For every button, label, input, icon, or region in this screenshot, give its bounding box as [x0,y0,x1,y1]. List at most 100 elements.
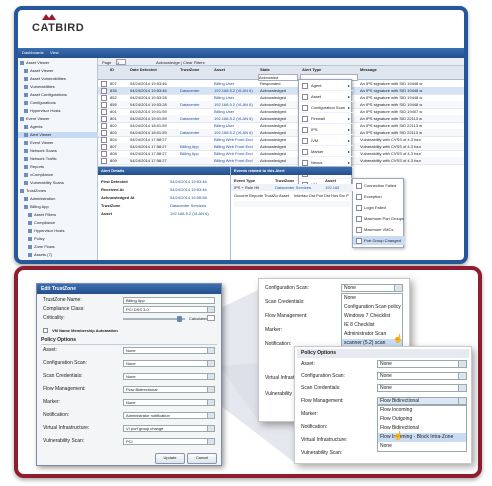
col-state[interactable]: State [260,67,270,72]
events-sub-col[interactable]: TrustZone [264,193,278,198]
sidebar-item[interactable]: Reports [18,164,104,170]
tab-view[interactable]: View [50,48,59,58]
submenu-checkbox[interactable] [356,238,362,244]
submenu-item[interactable]: Port Group Changed [353,236,405,245]
submenu-checkbox[interactable] [356,227,362,233]
sidebar-item[interactable]: Alert Viewer [18,132,104,138]
menu-checkbox[interactable] [302,83,308,89]
table-cell[interactable]: 192.168.5.2 (VLAN 6) [214,116,258,121]
table-cell[interactable]: Billing Web Front End [214,158,258,163]
table-cell[interactable]: Billing User [214,81,258,86]
toolbar-actions[interactable]: Acknowledge | Clear Filters [156,60,205,65]
policy-field-select[interactable]: Administrator notification [123,412,215,419]
cancel-button[interactable]: Cancel [187,453,217,464]
criticality-slider-handle[interactable] [177,316,182,322]
dropdown-option[interactable]: IE 8 Checklist [342,321,402,330]
sidebar-item[interactable]: Event Viewer [18,116,100,122]
menu-item-alert-type[interactable]: IVM ▸ [299,135,353,146]
dropdown-option[interactable]: Flow Incoming [378,406,466,415]
page-input[interactable]: 1 [116,59,126,65]
menu-checkbox[interactable] [302,127,308,133]
events-col-asset[interactable]: Asset [325,178,336,183]
table-cell[interactable]: Billing Web Front End [214,144,258,149]
dropdown-option[interactable]: Flow Incoming - Block Intra-Zone [378,433,466,442]
sidebar-item[interactable]: Asset Vulnerabilities [18,76,104,82]
trustzone-name-input[interactable]: Billing App [123,297,215,304]
menu-item-alert-type[interactable]: IPS ▸ [299,124,353,135]
sidebar-item[interactable]: Asset Viewer [18,68,104,74]
events-sub-col[interactable]: Asset [279,193,293,198]
policy-field-select[interactable]: None [123,373,215,380]
submenu-item[interactable]: Maximum Port Groups [353,214,405,223]
table-cell[interactable]: Billing User [214,123,258,128]
policy-field-select[interactable]: None [123,360,215,367]
sidebar-item[interactable]: Hypervisor Hosts [18,108,104,114]
policy-field-select[interactable]: VI port group change [123,425,215,432]
events-col-type[interactable]: Event Type [234,178,255,183]
sidebar-item[interactable]: Policy [18,236,108,242]
calculated-checkbox[interactable] [207,315,215,321]
events-sub-col[interactable]: Dst Port [309,193,323,198]
col-date[interactable]: Date Detected [130,67,157,72]
menu-checkbox[interactable] [302,105,308,111]
dropdown-option[interactable]: Windows 7 Checklist [342,312,402,321]
sidebar-item[interactable]: Agents [18,124,104,130]
sidebar-item[interactable]: Billing App [18,204,104,210]
table-cell[interactable]: Billing User [214,109,258,114]
sidebar-item[interactable]: Asset Filters [18,212,108,218]
dropdown-option[interactable]: Flow Outgoing [378,415,466,424]
policy-field-select[interactable]: None [377,372,467,380]
policy-field-select[interactable]: None [377,384,467,392]
submenu-item[interactable]: Exception [353,192,405,201]
policy-field-select[interactable]: Flow Bidirectional [377,397,467,405]
configuration-scan-select[interactable]: None [341,284,403,292]
col-alert-type[interactable]: Alert Type [302,67,321,72]
sidebar-item[interactable]: Network Scans [18,148,104,154]
sidebar-item[interactable]: Event Viewer [18,140,104,146]
submenu-checkbox[interactable] [356,194,362,200]
table-cell[interactable]: 192.168.5.2 (VLAN 6) [214,88,258,93]
table-cell[interactable]: 192.168.5.2 (VLAN 6) [214,102,258,107]
sidebar-item[interactable]: Compliance [18,220,108,226]
col-id[interactable]: ID [110,67,114,72]
dropdown-option[interactable]: Flow Bidirectional [378,424,466,433]
table-cell[interactable]: 192.168.5.2 (VLAN 6) [214,130,258,135]
menu-item-alert-type[interactable]: Configuration Scan ▸ [299,102,353,113]
sidebar-item[interactable]: Hypervisor Hosts [18,228,108,234]
events-sub-col[interactable]: Interface [294,193,308,198]
submenu-checkbox[interactable] [356,216,362,222]
menu-checkbox[interactable] [302,116,308,122]
criticality-slider[interactable] [123,318,185,320]
table-cell[interactable]: Billing Web Front End [214,151,258,156]
events-col-trustzone[interactable]: TrustZone [275,178,294,183]
sidebar-item[interactable]: Assets (7) [18,252,108,258]
events-sub-col[interactable]: Occurred [234,193,248,198]
policy-field-select[interactable]: Flow Bidirectional [123,386,215,393]
events-sub-col[interactable]: Src P [339,193,353,198]
table-row[interactable]: 809 04/24/2014 17:58:27 Billing Web Front … [98,157,464,165]
menu-checkbox[interactable] [302,149,308,155]
event-row[interactable] [234,201,350,207]
membership-checkbox[interactable] [43,328,48,333]
row-checkbox[interactable] [101,158,107,164]
menu-item-alert-type[interactable]: Marker ▸ [299,146,353,157]
dropdown-option[interactable]: None [342,294,402,303]
sidebar-item[interactable]: Asset Configurations [18,92,104,98]
compliance-select[interactable]: PCI DSS 3.0 [123,306,215,313]
sidebar-item[interactable]: Network Traffic [18,156,104,162]
events-group-row[interactable]: IPS + Rule Hit Datacenter Services 192.1… [231,184,353,191]
menu-item-alert-type[interactable]: Agent ▸ [299,80,353,91]
policy-field-select[interactable]: None [123,399,215,406]
update-button[interactable]: Update [155,453,185,464]
table-cell[interactable]: Billing User [214,95,258,100]
dropdown-option[interactable]: None [378,442,466,451]
sidebar-item[interactable]: Configurations [18,100,104,106]
col-asset[interactable]: Asset [214,67,225,72]
sidebar-item[interactable]: Vulnerability Scans [18,180,104,186]
dropdown-option[interactable]: Configuration Scan policy [342,303,402,312]
tab-dashboards[interactable]: Dashboards [22,48,44,58]
events-sub-col[interactable]: Reported [249,193,263,198]
sidebar-item[interactable]: TrustZones [18,188,100,194]
menu-item-alert-type[interactable]: Asset ▸ [299,91,353,102]
submenu-item[interactable]: Login Failed [353,203,405,212]
